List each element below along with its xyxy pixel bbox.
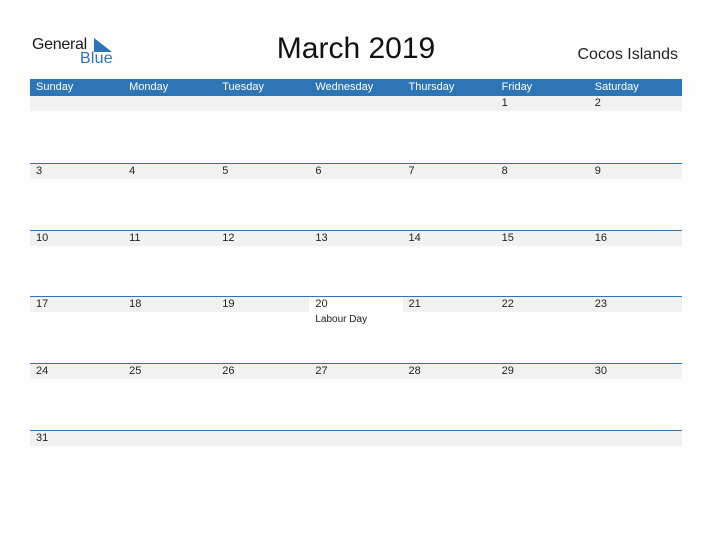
day-number: 9 <box>594 164 601 177</box>
week-row: 24 25 26 27 28 29 30 <box>30 363 682 430</box>
day-number: 25 <box>129 365 142 378</box>
day-number: 26 <box>222 365 235 378</box>
day-cell <box>403 96 496 156</box>
day-cell: 6 <box>309 164 402 224</box>
day-number: 3 <box>36 164 43 177</box>
week-row: 12 <box>30 96 682 163</box>
day-cell: 11 <box>123 231 216 291</box>
week-row: 3 4 5 6 7 8 9 <box>30 162 682 230</box>
day-cell: 13 <box>309 231 402 291</box>
day-cell: 18 <box>123 297 216 357</box>
day-cell <box>309 96 402 156</box>
day-cell: 15 <box>496 231 589 291</box>
day-cell: 24 <box>30 364 123 424</box>
day-cell: 29 <box>496 364 589 424</box>
day-number: 24 <box>36 365 49 378</box>
day-number: 15 <box>501 231 514 244</box>
day-cell: 30 <box>589 364 682 424</box>
weeks-container: 1 2 3 4 5 6 7 8 9 10 11 12 13 14 15 16 17 18 19 20 Labour Da… <box>30 96 682 497</box>
day-number: 16 <box>594 231 607 244</box>
day-number: 12 <box>222 231 235 244</box>
day-number: 27 <box>315 365 328 378</box>
day-cell: 19 <box>216 297 309 357</box>
week-cells: 31 <box>30 431 682 491</box>
day-number: 21 <box>408 298 421 311</box>
week-cells: 12 <box>30 96 682 156</box>
day-cell: 26 <box>216 364 309 424</box>
day-number: 1 <box>501 97 508 109</box>
day-number: 17 <box>36 298 49 311</box>
day-cell: 9 <box>589 164 682 224</box>
day-cell: 1 <box>496 96 589 156</box>
day-cell: 4 <box>123 164 216 224</box>
day-cell: 27 <box>309 364 402 424</box>
day-cell: 31 <box>30 431 123 491</box>
weekday-thursday: Thursday <box>408 81 455 93</box>
day-number: 23 <box>594 298 607 311</box>
holiday-label: Labour Day <box>315 314 368 326</box>
week-cells: 17 18 19 20 Labour Day 21 22 23 <box>30 297 682 357</box>
weekday-saturday: Saturday <box>594 81 639 93</box>
week-row: 17 18 19 20 Labour Day 21 22 23 <box>30 296 682 363</box>
day-number: 30 <box>594 365 607 378</box>
day-cell: 25 <box>123 364 216 424</box>
day-cell: 21 <box>403 297 496 357</box>
day-number: 18 <box>129 298 142 311</box>
day-number: 8 <box>501 164 508 177</box>
day-number: 20 <box>315 298 328 311</box>
calendar: Sunday Monday Tuesday Wednesday Thursday… <box>30 79 682 497</box>
day-cell <box>123 96 216 156</box>
week-row: 10 11 12 13 14 15 16 <box>30 229 682 297</box>
day-cell: 22 <box>496 297 589 357</box>
day-cell: 23 <box>589 297 682 357</box>
day-cell: 8 <box>496 164 589 224</box>
day-cell <box>216 96 309 156</box>
weekday-header: Sunday Monday Tuesday Wednesday Thursday… <box>30 79 682 96</box>
day-number: 14 <box>408 231 421 244</box>
day-cell: 17 <box>30 297 123 357</box>
day-cell: 7 <box>403 164 496 224</box>
day-number: 6 <box>315 164 322 177</box>
day-cell: 16 <box>589 231 682 291</box>
day-number: 11 <box>129 231 141 244</box>
week-cells: 10 11 12 13 14 15 16 <box>30 231 682 291</box>
day-cell: 12 <box>216 231 309 291</box>
day-number: 10 <box>36 231 49 244</box>
day-number: 29 <box>501 365 514 378</box>
weekday-monday: Monday <box>129 81 169 93</box>
weekday-wednesday: Wednesday <box>315 81 374 93</box>
day-number: 5 <box>222 164 229 177</box>
day-number: 7 <box>408 164 415 177</box>
week-row: 31 <box>30 429 682 497</box>
day-cell: 5 <box>216 164 309 224</box>
day-cell: 3 <box>30 164 123 224</box>
day-number: 2 <box>594 97 601 109</box>
day-number: 31 <box>36 431 49 444</box>
weekday-sunday: Sunday <box>36 81 74 93</box>
day-number: 13 <box>315 231 328 244</box>
weekday-friday: Friday <box>501 81 533 93</box>
week-cells: 24 25 26 27 28 29 30 <box>30 364 682 424</box>
day-cell: 2 <box>589 96 682 156</box>
day-cell: 20 Labour Day <box>309 297 403 357</box>
week-cells: 3 4 5 6 7 8 9 <box>30 164 682 224</box>
day-number: 22 <box>501 298 514 311</box>
day-cell <box>30 96 123 156</box>
weekday-tuesday: Tuesday <box>222 81 265 93</box>
day-cell: 28 <box>403 364 496 424</box>
day-number: 28 <box>408 365 421 378</box>
region-label: Cocos Islands <box>577 46 679 63</box>
day-number: 19 <box>222 298 235 311</box>
day-cell: 10 <box>30 231 123 291</box>
day-number: 4 <box>129 164 136 177</box>
day-cell: 14 <box>403 231 496 291</box>
